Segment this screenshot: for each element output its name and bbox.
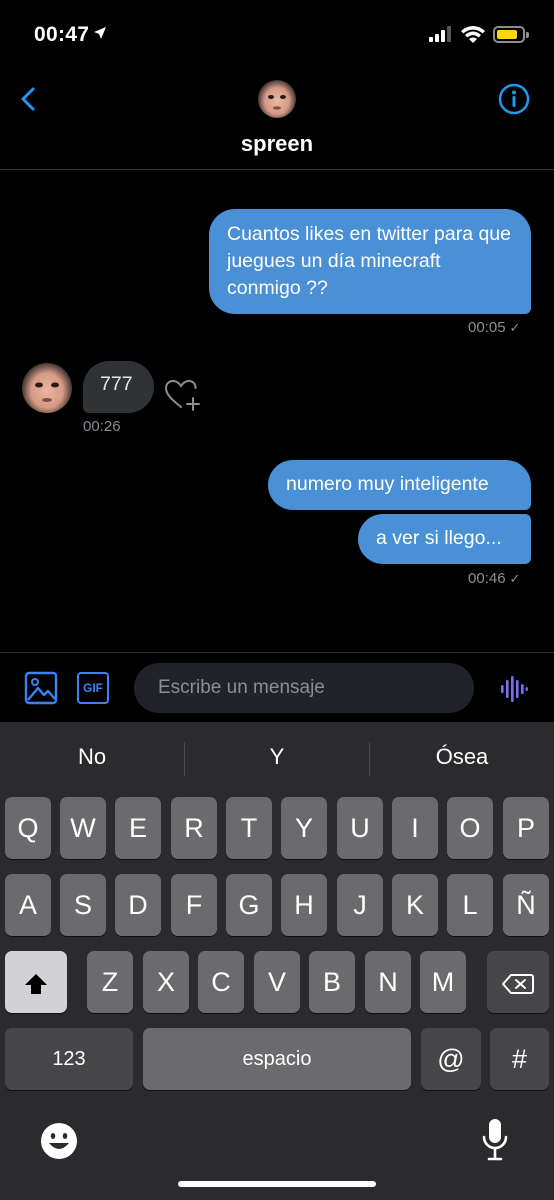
voice-message-button[interactable] — [500, 675, 528, 703]
checkmark-icon: ✓ — [509, 320, 521, 335]
key-e[interactable]: E — [115, 797, 161, 859]
info-button[interactable] — [498, 83, 530, 115]
key-z[interactable]: Z — [87, 951, 133, 1013]
chevron-left-icon — [21, 87, 35, 111]
timestamp-text: 00:05 — [468, 319, 506, 336]
key-h[interactable]: H — [281, 874, 327, 936]
key-x[interactable]: X — [143, 951, 189, 1013]
add-photo-button[interactable] — [24, 671, 58, 705]
numbers-key[interactable]: 123 — [5, 1028, 133, 1090]
message-bubble-outgoing[interactable]: numero muy inteligente — [268, 460, 531, 510]
backspace-icon — [502, 973, 534, 994]
message-text: Cuantos likes en twitter para que juegue… — [227, 223, 511, 299]
status-time: 00:47 — [34, 22, 107, 47]
space-key[interactable]: espacio — [143, 1028, 411, 1090]
message-text: numero muy inteligente — [286, 473, 489, 495]
message-timestamp: 00:46 ✓ — [468, 570, 520, 587]
microphone-icon — [482, 1119, 508, 1161]
suggestion-1[interactable]: No — [0, 744, 184, 770]
voice-waveform-icon — [501, 676, 528, 702]
gif-label: GIF — [83, 681, 103, 695]
message-input[interactable] — [134, 663, 474, 713]
message-timestamp: 00:26 — [83, 418, 121, 435]
clock: 00:47 — [34, 23, 90, 46]
wifi-icon — [460, 24, 486, 44]
key-s[interactable]: S — [60, 874, 106, 936]
emoji-icon — [41, 1123, 77, 1159]
emoji-button[interactable] — [40, 1122, 78, 1160]
key-n[interactable]: N — [365, 951, 411, 1013]
message-timestamp: 00:05 ✓ — [468, 319, 520, 336]
key-t[interactable]: T — [226, 797, 272, 859]
shift-key[interactable] — [5, 951, 67, 1013]
conversation-header: spreen — [0, 70, 554, 170]
cellular-signal-icon — [429, 26, 455, 42]
key-q[interactable]: Q — [5, 797, 51, 859]
key-b[interactable]: B — [309, 951, 355, 1013]
dictation-button[interactable] — [481, 1118, 509, 1162]
key-w[interactable]: W — [60, 797, 106, 859]
message-bubble-outgoing[interactable]: a ver si llego... — [358, 514, 531, 564]
suggestion-2[interactable]: Y — [185, 744, 369, 770]
key-v[interactable]: V — [254, 951, 300, 1013]
home-indicator[interactable] — [178, 1181, 376, 1187]
key-l[interactable]: L — [447, 874, 493, 936]
location-arrow-icon — [93, 22, 107, 46]
key-r[interactable]: R — [171, 797, 217, 859]
key-k[interactable]: K — [392, 874, 438, 936]
suggestion-bar: No Y Ósea — [0, 722, 554, 794]
key-i[interactable]: I — [392, 797, 438, 859]
back-button[interactable] — [14, 84, 44, 114]
key-j[interactable]: J — [337, 874, 383, 936]
key-y[interactable]: Y — [281, 797, 327, 859]
header-avatar[interactable] — [258, 80, 296, 118]
key-d[interactable]: D — [115, 874, 161, 936]
contact-name[interactable]: spreen — [0, 131, 554, 157]
key-c[interactable]: C — [198, 951, 244, 1013]
status-bar: 00:47 — [0, 0, 554, 70]
battery-icon — [493, 26, 529, 43]
backspace-key[interactable] — [487, 951, 549, 1013]
image-icon — [24, 671, 58, 705]
key-p[interactable]: P — [503, 797, 549, 859]
keyboard: No Y Ósea Q W E R T Y U I O P A S D F G … — [0, 722, 554, 1200]
message-bubble-outgoing[interactable]: Cuantos likes en twitter para que juegue… — [209, 209, 531, 314]
at-key[interactable]: @ — [421, 1028, 481, 1090]
shift-arrow-icon — [25, 973, 47, 994]
sender-avatar[interactable] — [22, 363, 72, 413]
key-n-tilde[interactable]: Ñ — [503, 874, 549, 936]
add-reaction-button[interactable] — [164, 378, 202, 412]
message-bubble-incoming[interactable]: 777 — [83, 361, 154, 413]
timestamp-text: 00:46 — [468, 570, 506, 587]
hash-key[interactable]: # — [490, 1028, 549, 1090]
key-u[interactable]: U — [337, 797, 383, 859]
info-icon — [498, 83, 530, 115]
key-f[interactable]: F — [171, 874, 217, 936]
timestamp-text: 00:26 — [83, 418, 121, 435]
message-text: 777 — [100, 373, 133, 395]
key-m[interactable]: M — [420, 951, 466, 1013]
key-g[interactable]: G — [226, 874, 272, 936]
message-text: a ver si llego... — [376, 527, 502, 549]
heart-plus-icon — [164, 379, 200, 411]
checkmark-icon: ✓ — [509, 571, 521, 586]
suggestion-3[interactable]: Ósea — [370, 744, 554, 770]
message-composer: GIF — [0, 652, 554, 722]
key-a[interactable]: A — [5, 874, 51, 936]
gif-button[interactable]: GIF — [77, 672, 109, 704]
key-o[interactable]: O — [447, 797, 493, 859]
